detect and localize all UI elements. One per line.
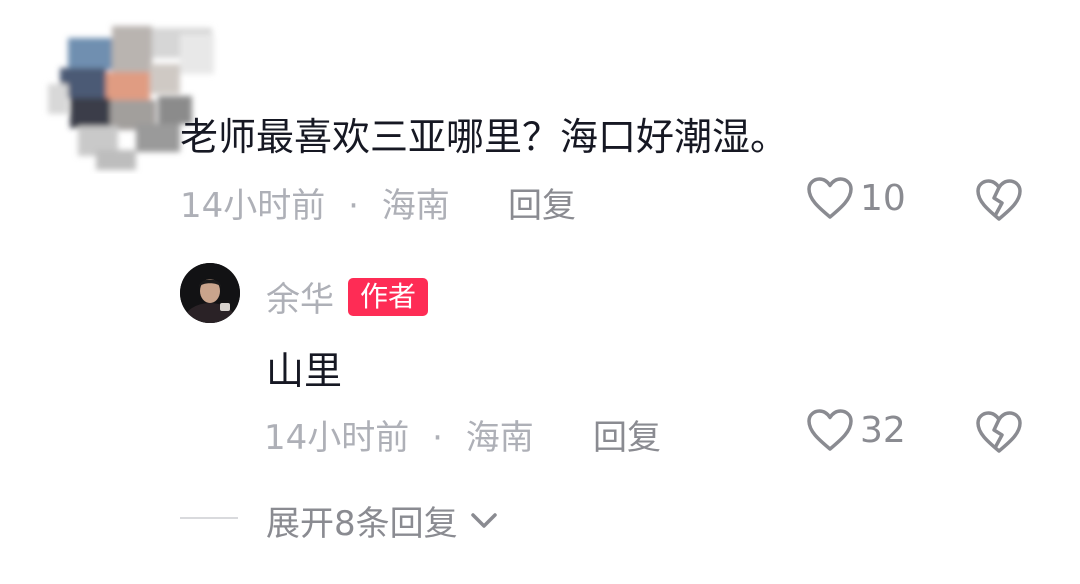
chevron-down-icon bbox=[470, 511, 498, 531]
comment-like-count: 10 bbox=[860, 177, 906, 219]
meta-separator: · bbox=[432, 418, 443, 458]
reply-meta: 14小时前 · 海南 bbox=[264, 410, 534, 459]
expand-replies-button[interactable]: 展开8条回复 bbox=[266, 496, 498, 545]
expand-divider bbox=[180, 517, 238, 519]
reply-author-name[interactable]: 余华 bbox=[266, 272, 334, 321]
comment-location: 海南 bbox=[381, 186, 450, 226]
reply-author-row: 余华 作者 bbox=[266, 272, 429, 321]
comment-meta: 14小时前 · 海南 bbox=[180, 178, 450, 227]
reply-like-count: 32 bbox=[860, 409, 906, 451]
reply-text: 山里 bbox=[266, 349, 343, 393]
reply-author-avatar[interactable] bbox=[180, 263, 240, 323]
reply-location: 海南 bbox=[465, 418, 534, 458]
comment-like-button[interactable]: 10 bbox=[806, 176, 906, 220]
broken-heart-icon[interactable] bbox=[975, 178, 1023, 222]
broken-heart-icon[interactable] bbox=[975, 410, 1023, 454]
author-badge: 作者 bbox=[348, 277, 429, 316]
comment-reply-button[interactable]: 回复 bbox=[508, 178, 576, 227]
comment-text: 老师最喜欢三亚哪里？海口好潮湿。 bbox=[180, 115, 789, 159]
reply-reply-button[interactable]: 回复 bbox=[593, 410, 661, 459]
heart-outline-icon bbox=[806, 176, 854, 220]
comment-time: 14小时前 bbox=[180, 186, 326, 226]
heart-outline-icon bbox=[806, 408, 854, 452]
reply-like-button[interactable]: 32 bbox=[806, 408, 906, 452]
expand-replies-label: 展开8条回复 bbox=[266, 504, 458, 544]
meta-separator: · bbox=[348, 186, 359, 226]
reply-time: 14小时前 bbox=[264, 418, 410, 458]
